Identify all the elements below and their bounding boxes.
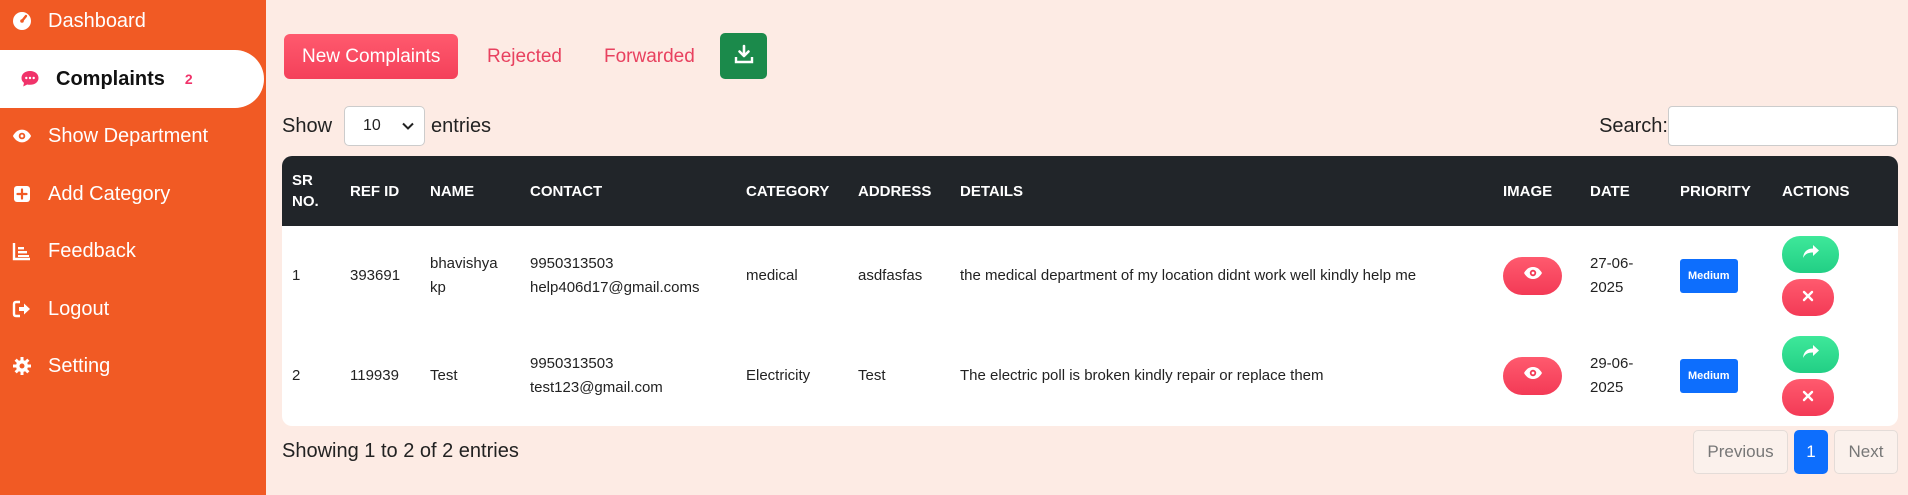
header-contact: CONTACT [530, 182, 603, 200]
eye-icon [12, 126, 32, 146]
gear-icon [12, 356, 32, 376]
cell-contact: 9950313503 test123@gmail.com [530, 326, 663, 426]
header-details: DETAILS [960, 182, 1024, 200]
header-date: DATE [1590, 182, 1630, 200]
table-row: 2 119939 Test 9950313503 test123@gmail.c… [282, 326, 1898, 426]
cell-sr: 1 [292, 267, 301, 284]
entries-control: Show 10 entries [282, 106, 491, 146]
download-icon [734, 44, 754, 69]
cell-priority: Medium [1680, 226, 1738, 326]
header-actions: ACTIONS [1782, 182, 1850, 200]
main-content: New Complaints Rejected Forwarded Show 1… [266, 0, 1908, 495]
tab-forwarded[interactable]: Forwarded [604, 34, 695, 79]
sidebar: Dashboard Complaints 2 Show Department A… [0, 0, 266, 495]
sidebar-item-show-department[interactable]: Show Department [0, 107, 208, 165]
header-image: IMAGE [1503, 182, 1553, 200]
cell-details: the medical department of my location di… [960, 267, 1417, 284]
close-icon [1802, 286, 1814, 310]
forward-button[interactable] [1782, 336, 1839, 373]
priority-badge: Medium [1680, 359, 1738, 393]
sidebar-item-label: Logout [48, 297, 110, 320]
sidebar-item-label: Feedback [48, 239, 136, 262]
sidebar-item-label: Complaints [56, 67, 165, 90]
close-icon [1802, 386, 1814, 410]
tab-new-complaints[interactable]: New Complaints [284, 34, 459, 79]
show-label: Show [282, 114, 333, 137]
view-image-button[interactable] [1503, 257, 1562, 295]
search-label: Search: [1599, 114, 1668, 137]
view-image-button[interactable] [1503, 357, 1562, 395]
cell-address: asdfasfas [858, 267, 923, 284]
sidebar-item-label: Show Department [48, 124, 209, 147]
cell-actions [1782, 326, 1839, 426]
complaints-table: SR NO. REF ID NAME CONTACT CATEGORY ADDR… [282, 156, 1898, 426]
entries-select-value: 10 [363, 117, 381, 134]
plus-square-icon [12, 184, 32, 204]
cell-ref-id: 393691 [350, 267, 401, 284]
contact-email: help406d17@gmail.coms [530, 279, 700, 296]
cell-sr: 2 [292, 367, 301, 384]
reject-button[interactable] [1782, 279, 1834, 316]
cell-date: 27-06-2025 [1590, 255, 1634, 296]
header-address: ADDRESS [858, 182, 932, 200]
sidebar-item-label: Setting [48, 354, 111, 377]
header-priority: PRIORITY [1680, 182, 1751, 200]
cell-name: bhavishya kp [430, 255, 498, 296]
cell-contact: 9950313503 help406d17@gmail.coms [530, 226, 700, 326]
cell-image [1503, 326, 1562, 426]
contact-phone: 9950313503 [530, 355, 614, 372]
sidebar-item-setting[interactable]: Setting [0, 337, 110, 395]
sidebar-item-feedback[interactable]: Feedback [0, 222, 136, 280]
cell-actions [1782, 226, 1839, 326]
pagination-info: Showing 1 to 2 of 2 entries [282, 440, 519, 462]
cell-image [1503, 226, 1562, 326]
header-sr-no: SR NO. [292, 172, 319, 210]
search-input[interactable] [1668, 106, 1898, 146]
reject-button[interactable] [1782, 379, 1834, 416]
sidebar-item-logout[interactable]: Logout [0, 280, 109, 338]
cell-priority: Medium [1680, 326, 1738, 426]
chart-icon [12, 241, 32, 261]
priority-badge: Medium [1680, 259, 1738, 293]
search-control: Search: [1599, 106, 1898, 146]
cell-address: Test [858, 367, 886, 384]
header-name: NAME [430, 182, 475, 200]
table-header: SR NO. REF ID NAME CONTACT CATEGORY ADDR… [282, 156, 1898, 226]
cell-ref-id: 119939 [350, 367, 399, 384]
sidebar-item-dashboard[interactable]: Dashboard [0, 0, 146, 50]
forward-button[interactable] [1782, 236, 1839, 273]
chevron-down-icon [402, 117, 414, 135]
contact-email: test123@gmail.com [530, 379, 663, 396]
logout-icon [12, 299, 32, 319]
sidebar-item-add-category[interactable]: Add Category [0, 165, 170, 223]
dashboard-icon [12, 11, 32, 31]
cell-category: medical [746, 267, 798, 284]
cell-category: Electricity [746, 367, 811, 384]
header-category: CATEGORY [746, 182, 830, 200]
header-ref-id: REF ID [350, 182, 400, 200]
previous-page-button[interactable]: Previous [1693, 430, 1788, 474]
next-page-button[interactable]: Next [1834, 430, 1898, 474]
tab-rejected[interactable]: Rejected [487, 34, 562, 79]
cell-details: The electric poll is broken kindly repai… [960, 367, 1324, 384]
eye-icon [1523, 364, 1543, 388]
chat-icon [20, 69, 40, 89]
download-button[interactable] [720, 33, 767, 79]
entries-label: entries [431, 114, 492, 137]
sidebar-item-label: Dashboard [48, 9, 146, 32]
sidebar-item-label: Add Category [48, 182, 171, 205]
cell-name: Test [430, 367, 458, 384]
cell-date: 29-06-2025 [1590, 355, 1634, 396]
complaints-count-badge: 2 [184, 71, 193, 87]
share-icon [1802, 243, 1820, 267]
contact-phone: 9950313503 [530, 255, 614, 272]
entries-select[interactable]: 10 [344, 106, 426, 146]
table-row: 1 393691 bhavishya kp 9950313503 help406… [282, 226, 1898, 326]
eye-icon [1523, 264, 1543, 288]
sidebar-item-complaints[interactable]: Complaints 2 [0, 50, 264, 108]
share-icon [1802, 343, 1820, 367]
page-button-current[interactable]: 1 [1794, 430, 1828, 474]
pagination: Previous 1 Next [1693, 430, 1898, 474]
